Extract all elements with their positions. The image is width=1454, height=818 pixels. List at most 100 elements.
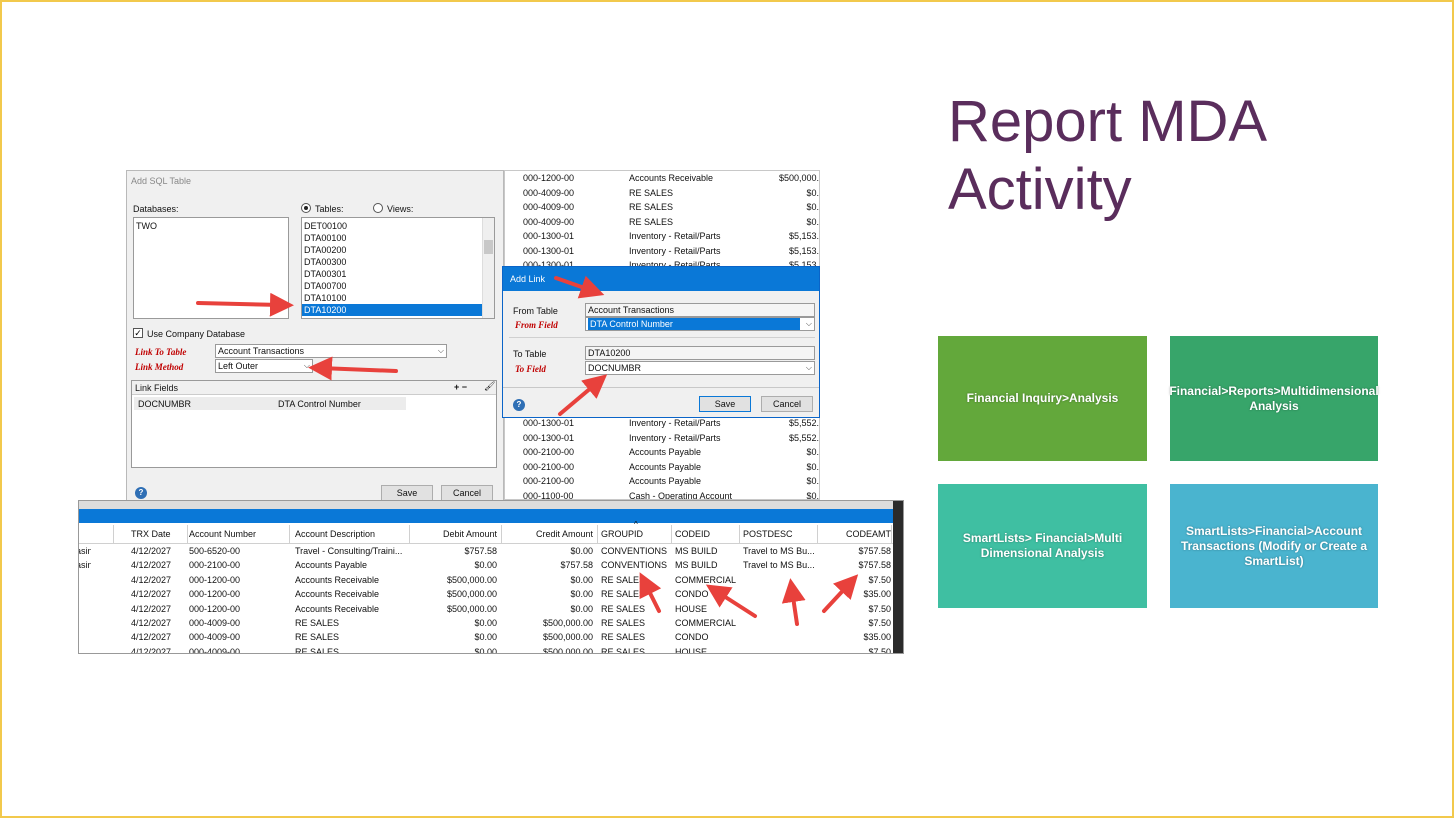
tile-smartlists-mda[interactable]: SmartLists> Financial>Multi Dimensional … xyxy=(938,484,1147,608)
table-cell: 4/12/2027 xyxy=(131,646,172,654)
tile-financial-inquiry-analysis[interactable]: Financial Inquiry>Analysis xyxy=(938,336,1147,461)
account-row-acct: 000-2100-00 xyxy=(523,447,575,457)
use-company-db-checkbox[interactable]: ✓ xyxy=(133,328,143,338)
account-row[interactable]: 000-1300-01 Inventory - Retail/Parts $5,55… xyxy=(505,432,819,446)
table-cell: $500,000.00 xyxy=(446,603,497,614)
table-item[interactable]: DET00100 xyxy=(302,220,494,232)
views-radio[interactable] xyxy=(373,203,383,213)
tables-scrollbar[interactable] xyxy=(482,218,494,318)
column-header[interactable]: s xyxy=(79,529,91,539)
link-method-value: Left Outer xyxy=(218,361,259,371)
table-row[interactable]: hasing 4/12/2027 000-2100-00 Accounts Payab… xyxy=(79,559,903,573)
account-row[interactable]: 000-1300-01 Inventory - Retail/Parts $5,15… xyxy=(505,245,819,259)
account-row[interactable]: 000-1100-00 Cash - Operating Account $0. xyxy=(505,490,819,500)
table-row[interactable]: 4/12/2027 000-4009-00 RE SALES $0.00 $500,00… xyxy=(79,646,903,654)
table-item[interactable]: DTA10100 xyxy=(302,292,494,304)
table-row[interactable]: 4/12/2027 000-4009-00 RE SALES $0.00 $500,00… xyxy=(79,631,903,645)
eraser-icon[interactable]: 🖌 xyxy=(484,381,495,392)
table-row[interactable]: hasing 4/12/2027 500-6520-00 Travel - Consu… xyxy=(79,545,903,559)
table-cell: $7.50 xyxy=(868,574,891,585)
account-row-amt: $5,552. xyxy=(788,432,819,443)
table-cell: RE SALES xyxy=(295,632,340,643)
table-cell: Accounts Receivable xyxy=(295,574,380,585)
title-line-1: Report MDA xyxy=(948,89,1268,154)
tables-radio[interactable] xyxy=(301,203,311,213)
save-button[interactable]: Save xyxy=(699,396,751,412)
table-cell: $500,000.00 xyxy=(446,574,497,585)
link-field-to[interactable]: DTA Control Number xyxy=(278,399,361,409)
account-row-amt: $0. xyxy=(806,447,819,457)
column-header[interactable]: CODEAMT xyxy=(819,529,891,539)
table-item[interactable]: DTA00100 xyxy=(302,232,494,244)
account-row[interactable]: 000-2100-00 Accounts Payable $0. xyxy=(505,461,819,475)
account-row-amt: $5,153. xyxy=(788,231,819,241)
link-method-combo[interactable]: Left Outer ⌵ xyxy=(215,359,313,373)
table-item[interactable]: DTA00200 xyxy=(302,244,494,256)
column-header[interactable]: Debit Amount xyxy=(409,529,497,539)
account-row-desc: Inventory - Retail/Parts xyxy=(629,418,721,428)
table-cell: 4/12/2027 xyxy=(131,618,172,628)
tile-label: SmartLists>Financial>Account Transaction… xyxy=(1180,523,1368,568)
cancel-button[interactable]: Cancel xyxy=(441,485,493,501)
account-row[interactable]: 000-4009-00 RE SALES $0. xyxy=(505,216,819,230)
tables-list[interactable]: DET00100 DTA00100 DTA00200 DTA00300 DTA00301… xyxy=(301,217,495,319)
account-row[interactable]: 000-2100-00 Accounts Payable $0. xyxy=(505,446,819,460)
from-field-combo[interactable]: DTA Control Number ⌵ xyxy=(585,317,815,331)
account-row[interactable]: 000-4009-00 RE SALES $0. xyxy=(505,201,819,215)
table-cell: RE SALES xyxy=(601,632,646,643)
table-row[interactable]: 4/12/2027 000-4009-00 RE SALES $0.00 $500,00… xyxy=(79,617,903,631)
link-field-from[interactable]: DOCNUMBR xyxy=(138,399,191,409)
table-item[interactable]: DTA00301 xyxy=(302,268,494,280)
grid-titlebar xyxy=(79,509,903,523)
table-cell: $757.58 xyxy=(858,560,891,571)
account-row-amt: $0. xyxy=(806,216,819,227)
table-item[interactable]: DTA00300 xyxy=(302,256,494,268)
table-cell: $757.58 xyxy=(560,560,593,571)
account-row-desc: Inventory - Retail/Parts xyxy=(629,231,721,241)
save-button[interactable]: Save xyxy=(381,485,433,501)
column-header[interactable]: Account Number xyxy=(189,529,289,539)
account-row[interactable]: 000-1200-00 Accounts Receivable $500,000. xyxy=(505,172,819,186)
column-header[interactable]: TRX Date xyxy=(131,529,191,539)
cancel-button[interactable]: Cancel xyxy=(761,396,813,412)
databases-list[interactable]: TWO xyxy=(133,217,289,319)
tile-smartlists-account-transactions[interactable]: SmartLists>Financial>Account Transaction… xyxy=(1170,484,1378,608)
table-cell: HOUSE xyxy=(675,646,708,654)
column-header[interactable]: POSTDESC xyxy=(743,529,815,539)
link-to-table-combo[interactable]: Account Transactions ⌵ xyxy=(215,344,447,358)
table-cell: 000-1200-00 xyxy=(189,603,241,614)
account-row-desc: Accounts Payable xyxy=(629,461,702,472)
tile-financial-reports-mda[interactable]: Financial>Reports>Multidimensional Analy… xyxy=(1169,336,1379,461)
table-cell: $500,000.00 xyxy=(542,618,593,628)
database-item[interactable]: TWO xyxy=(134,220,288,232)
grid-scrollbar[interactable] xyxy=(893,501,903,653)
account-row-amt: $0. xyxy=(806,202,819,212)
table-item[interactable]: DTA00700 xyxy=(302,280,494,292)
column-header[interactable]: GROUPID xyxy=(601,529,671,539)
account-row-acct: 000-4009-00 xyxy=(523,202,575,212)
table-row[interactable]: 4/12/2027 000-1200-00 Accounts Receivable $… xyxy=(79,574,903,588)
account-row[interactable]: 000-1300-01 Inventory - Retail/Parts $5,55… xyxy=(505,417,819,431)
table-cell: 000-4009-00 xyxy=(189,632,241,643)
help-icon[interactable]: ? xyxy=(135,487,147,499)
table-cell: $0.00 xyxy=(474,646,497,654)
to-field-combo[interactable]: DOCNUMBR ⌵ xyxy=(585,361,815,375)
table-cell: RE SALES xyxy=(295,646,340,654)
table-cell: $0.00 xyxy=(474,560,497,571)
table-row[interactable]: 4/12/2027 000-1200-00 Accounts Receivable $… xyxy=(79,603,903,617)
account-row[interactable]: 000-2100-00 Accounts Payable $0. xyxy=(505,475,819,489)
table-row[interactable]: 4/12/2027 000-1200-00 Accounts Receivable $… xyxy=(79,588,903,602)
column-header[interactable]: Credit Amount xyxy=(499,529,593,539)
column-header[interactable]: Account Description xyxy=(295,529,415,539)
table-cell: MS BUILD xyxy=(675,560,718,571)
column-header[interactable]: CODEID xyxy=(675,529,739,539)
to-table-label: To Table xyxy=(513,349,547,359)
account-row-desc: Inventory - Retail/Parts xyxy=(629,245,721,256)
account-row-acct: 000-4009-00 xyxy=(523,216,575,227)
table-item[interactable]: DTA10200 xyxy=(302,304,494,316)
account-row[interactable]: 000-1300-01 Inventory - Retail/Parts $5,15… xyxy=(505,230,819,244)
link-fields-add-remove[interactable]: + − xyxy=(454,382,467,392)
account-row[interactable]: 000-4009-00 RE SALES $0. xyxy=(505,187,819,201)
help-icon[interactable]: ? xyxy=(513,399,525,411)
account-row-desc: RE SALES xyxy=(629,216,674,227)
